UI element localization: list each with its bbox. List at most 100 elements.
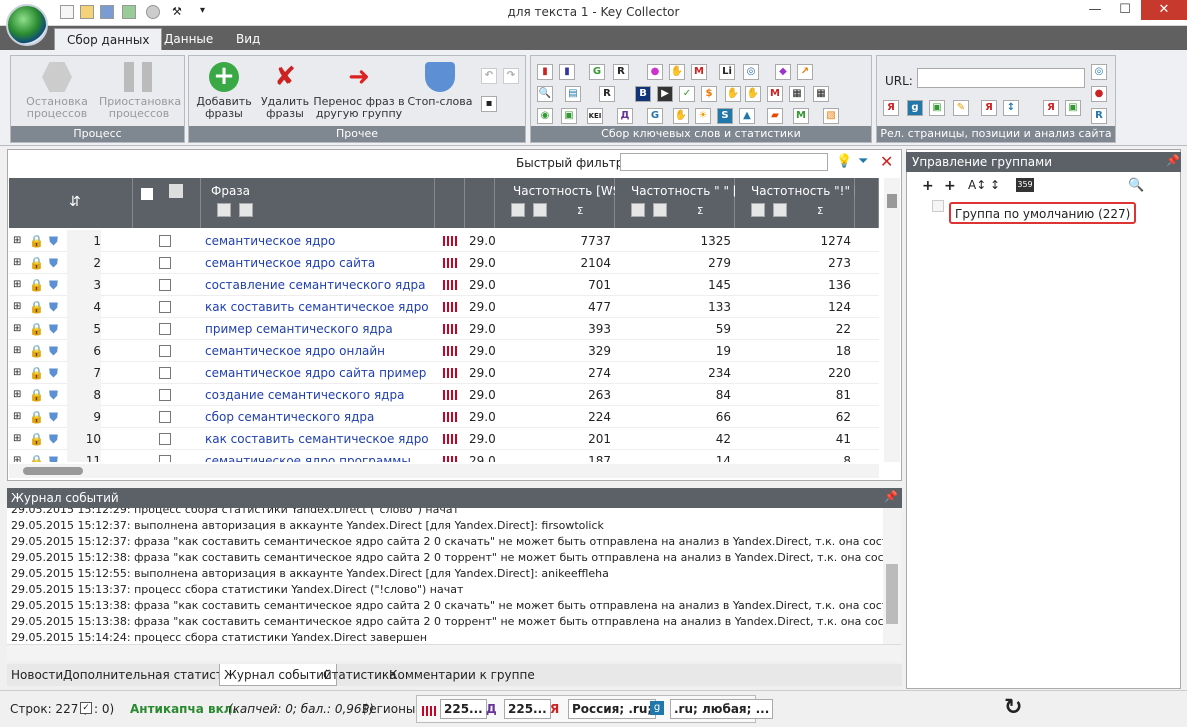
hand-icon[interactable]: ✋ xyxy=(669,64,685,80)
close-button[interactable]: ✕ xyxy=(1141,0,1187,20)
table-row[interactable]: ⊞ 🔒 ⛊ 2 семантическое ядро сайта 29.0 2104 279 2… xyxy=(9,252,879,274)
shield-icon[interactable]: ⛊ xyxy=(49,362,61,384)
check-icon[interactable]: ✓ xyxy=(679,86,695,102)
expand-icon[interactable]: ⊞ xyxy=(13,340,23,362)
lock-icon[interactable]: 🔒 xyxy=(29,252,41,274)
shield-icon[interactable]: ⛊ xyxy=(49,450,61,462)
add-subgroup-icon[interactable]: + xyxy=(944,178,956,194)
row-checkbox[interactable] xyxy=(159,340,173,362)
table-row[interactable]: ⊞ 🔒 ⛊ 9 сбор семантического ядра 29.0 224 66 62 xyxy=(9,406,879,428)
log-horizontal-scrollbar[interactable] xyxy=(7,644,902,662)
tab-view[interactable]: Вид xyxy=(224,28,272,50)
region-chip-google[interactable]: .ru; любая; ... xyxy=(670,699,774,719)
chart-bars-icon[interactable] xyxy=(443,362,459,384)
chart-bars-icon[interactable] xyxy=(443,230,459,252)
row-checkbox[interactable] xyxy=(159,252,173,274)
filter-icon[interactable] xyxy=(511,203,525,217)
pause-processes-button[interactable]: Приостановка процессов xyxy=(99,62,181,120)
grid-horizontal-scrollbar[interactable] xyxy=(9,464,879,478)
undo-icon[interactable]: ↶ xyxy=(481,68,497,84)
phrase-cell[interactable]: составление семантического ядра xyxy=(205,274,433,296)
log-vertical-scrollbar[interactable] xyxy=(883,508,901,644)
sort-icon[interactable]: ⇵ xyxy=(69,194,81,210)
chart-bars-icon[interactable] xyxy=(443,428,459,450)
lock-icon[interactable]: 🔒 xyxy=(29,428,41,450)
table-row[interactable]: ⊞ 🔒 ⛊ 7 семантическое ядро сайта пример 29.0 2… xyxy=(9,362,879,384)
pin-icon[interactable]: ● xyxy=(1091,86,1107,102)
url-input[interactable] xyxy=(917,68,1085,88)
video-icon[interactable]: ▶ xyxy=(657,86,673,102)
tab-group-comments[interactable]: Комментарии к группе xyxy=(385,664,539,686)
spy-icon[interactable]: ▲ xyxy=(739,108,755,124)
expand-icon[interactable]: ⊞ xyxy=(13,362,23,384)
search-icon[interactable]: 🔍 xyxy=(537,86,553,102)
bing-icon[interactable]: B xyxy=(635,86,651,102)
clear-filter-icon[interactable] xyxy=(653,203,667,217)
liveinternet-icon[interactable]: Li xyxy=(719,64,735,80)
expand-icon[interactable]: ⊞ xyxy=(13,406,23,428)
counter-icon[interactable]: 359 xyxy=(1016,178,1034,192)
lock-icon[interactable]: 🔒 xyxy=(29,296,41,318)
shield-icon[interactable]: ⛊ xyxy=(49,428,61,450)
rambler2-icon[interactable]: R xyxy=(599,86,615,102)
table-row[interactable]: ⊞ 🔒 ⛊ 5 пример семантического ядра 29.0 393 59 2… xyxy=(9,318,879,340)
phrase-cell[interactable]: создание семантического ядра xyxy=(205,384,433,406)
phrase-cell[interactable]: семантическое ядро xyxy=(205,230,433,252)
google-icon[interactable]: G xyxy=(589,64,605,80)
group-default-item[interactable]: Группа по умолчанию (227) xyxy=(949,202,1137,224)
stop-processes-button[interactable]: Остановка процессов xyxy=(17,62,97,120)
filter-icon[interactable]: ⏷ xyxy=(858,154,874,170)
wordstat-deep-icon[interactable]: ▮ xyxy=(559,64,575,80)
s-icon[interactable]: S xyxy=(717,108,733,124)
table-icon[interactable]: ▣ xyxy=(929,100,945,116)
row-checkbox[interactable] xyxy=(159,384,173,406)
yandex3-icon[interactable]: Я xyxy=(1043,100,1059,116)
chart-bars-icon[interactable] xyxy=(443,318,459,340)
mail-icon[interactable]: M xyxy=(691,64,707,80)
yandex-wordstat-icon[interactable]: ▮ xyxy=(537,64,553,80)
purple-icon[interactable]: ◆ xyxy=(775,64,791,80)
freq-exact-column-header[interactable]: Частотность "!" [ Σ xyxy=(735,178,859,228)
tab-collect-data[interactable]: Сбор данных xyxy=(54,28,163,50)
filter-icon[interactable] xyxy=(631,203,645,217)
scroll-thumb[interactable] xyxy=(23,467,83,475)
clear-filter-icon[interactable]: ✕ xyxy=(880,152,896,171)
lock-icon[interactable]: 🔒 xyxy=(29,274,41,296)
yandex-icon[interactable]: Я xyxy=(883,100,899,116)
search-icon[interactable]: 🔍 xyxy=(1128,178,1144,193)
pin-log-icon[interactable]: 📌 xyxy=(884,490,898,503)
chart-column-header[interactable] xyxy=(435,178,465,228)
row-checkbox[interactable] xyxy=(159,230,173,252)
calculator-icon[interactable]: ▦ xyxy=(813,86,829,102)
chart-bars-icon[interactable] xyxy=(443,406,459,428)
phrase-cell[interactable]: пример семантического ядра xyxy=(205,318,433,340)
freq-quotes-column-header[interactable]: Частотность " " [ Σ xyxy=(615,178,738,228)
sort-az-icon[interactable]: A↕ xyxy=(968,178,986,192)
table-row[interactable]: ⊞ 🔒 ⛊ 3 составление семантического ядра 29.0 7… xyxy=(9,274,879,296)
image-icon[interactable]: ▣ xyxy=(561,108,577,124)
shield-icon[interactable]: ⛊ xyxy=(49,406,61,428)
tab-data[interactable]: Данные xyxy=(152,28,225,50)
table-row[interactable]: ⊞ 🔒 ⛊ 1 семантическое ядро 29.0 7737 1325 1274 xyxy=(9,230,879,252)
refresh-green-icon[interactable]: ◉ xyxy=(537,108,553,124)
lock-icon[interactable]: 🔒 xyxy=(29,340,41,362)
phrase-column-header[interactable]: Фраза xyxy=(201,178,435,228)
lock-icon[interactable]: 🔒 xyxy=(29,406,41,428)
broom-icon[interactable]: ✎ xyxy=(953,100,969,116)
row-checkbox[interactable] xyxy=(159,274,173,296)
phrase-cell[interactable]: сбор семантического ядра xyxy=(205,406,433,428)
globe-icon[interactable]: ◎ xyxy=(743,64,759,80)
row-checkbox[interactable] xyxy=(159,296,173,318)
phrase-cell[interactable]: семантическое ядро программы xyxy=(205,450,433,462)
box-icon[interactable]: ▧ xyxy=(823,108,839,124)
chart-bars-icon[interactable] xyxy=(443,384,459,406)
region-chip-yandex[interactable]: Россия; .ru; xyxy=(568,699,657,719)
clear-filter-icon[interactable] xyxy=(239,203,253,217)
table-row[interactable]: ⊞ 🔒 ⛊ 6 семантическое ядро онлайн 29.0 329 19 18 xyxy=(9,340,879,362)
table-row[interactable]: ⊞ 🔒 ⛊ 10 как составить семантическое ядро са… xyxy=(9,428,879,450)
chart-line-icon[interactable]: ↗ xyxy=(797,64,813,80)
lock-icon[interactable]: 🔒 xyxy=(29,384,41,406)
region-chip-direct[interactable]: 225... xyxy=(504,699,551,719)
expand-icon[interactable]: ⊞ xyxy=(13,450,23,462)
phrase-cell[interactable]: как составить семантическое ядро сайта xyxy=(205,428,433,450)
